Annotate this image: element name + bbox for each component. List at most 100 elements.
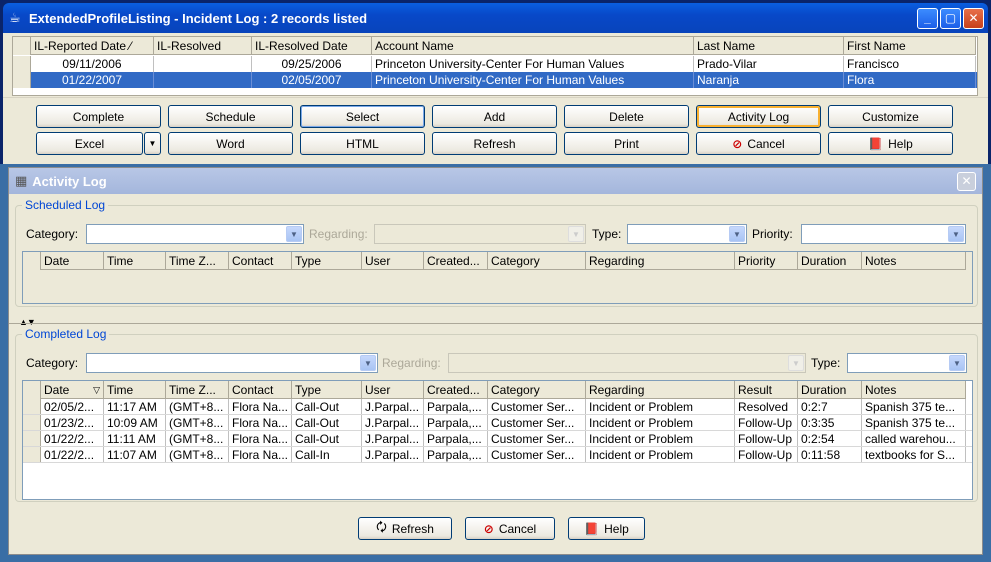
listing-titlebar[interactable]: ☕ ExtendedProfileListing - Incident Log … — [3, 3, 988, 33]
scheduled-category-label: Category: — [26, 227, 79, 241]
schedule-button[interactable]: Schedule — [168, 105, 293, 128]
col-priority[interactable]: Priority — [735, 252, 798, 270]
col-first-name[interactable]: First Name — [844, 37, 976, 55]
activity-title: Activity Log — [32, 173, 107, 189]
scheduled-priority-label: Priority: — [752, 227, 793, 241]
table-cell: 11:17 AM — [104, 399, 166, 414]
html-button[interactable]: HTML — [300, 132, 425, 155]
scheduled-grid[interactable]: Date Time Time Z... Contact Type User Cr… — [22, 251, 973, 304]
table-cell: 0:2:7 — [798, 399, 862, 414]
java-cup-icon: ☕ — [9, 10, 21, 25]
print-button[interactable]: Print — [564, 132, 689, 155]
col-time-zone[interactable]: Time Z... — [166, 381, 229, 399]
activity-cancel-button[interactable]: ⊘ Cancel — [465, 517, 555, 540]
col-duration[interactable]: Duration — [798, 381, 862, 399]
chevron-down-icon: ▼ — [949, 355, 965, 371]
add-button[interactable]: Add — [432, 105, 557, 128]
completed-grid[interactable]: Date ▽ Time Time Z... Contact Type User … — [22, 380, 973, 500]
col-notes[interactable]: Notes — [862, 381, 966, 399]
col-resolved[interactable]: IL-Resolved — [154, 37, 252, 55]
table-row[interactable]: 09/11/2006 09/25/2006 Princeton Universi… — [13, 56, 977, 72]
table-cell: Flora Na... — [229, 415, 292, 430]
sort-ascending-icon: ⁄ — [129, 39, 132, 53]
select-button[interactable]: Select — [300, 105, 425, 128]
col-created[interactable]: Created... — [424, 381, 488, 399]
col-time-zone[interactable]: Time Z... — [166, 252, 229, 270]
activity-log-button[interactable]: Activity Log — [696, 105, 821, 128]
activity-help-button[interactable]: 📕 Help — [568, 517, 645, 540]
col-notes[interactable]: Notes — [862, 252, 966, 270]
table-cell: 01/23/2... — [41, 415, 104, 430]
scheduled-regarding-label: Regarding: — [309, 227, 368, 241]
table-cell: Incident or Problem — [586, 415, 735, 430]
no-entry-icon: ⊘ — [483, 521, 494, 536]
col-category[interactable]: Category — [488, 381, 586, 399]
table-cell: J.Parpal... — [362, 431, 424, 446]
col-type[interactable]: Type — [292, 252, 362, 270]
col-time[interactable]: Time — [104, 381, 166, 399]
col-last-name[interactable]: Last Name — [694, 37, 844, 55]
col-type[interactable]: Type — [292, 381, 362, 399]
activity-close-button[interactable]: ✕ — [957, 171, 976, 191]
table-cell: Follow-Up — [735, 431, 798, 446]
table-cell: J.Parpal... — [362, 399, 424, 414]
completed-category-select[interactable]: ▼ — [86, 353, 378, 373]
col-duration[interactable]: Duration — [798, 252, 862, 270]
table-cell: 0:2:54 — [798, 431, 862, 446]
table-cell: (GMT+8... — [166, 415, 229, 430]
scheduled-category-select[interactable]: ▼ — [86, 224, 304, 244]
col-user[interactable]: User — [362, 381, 424, 399]
scheduled-type-select[interactable]: ▼ — [627, 224, 747, 244]
col-account-name[interactable]: Account Name — [372, 37, 694, 55]
table-row[interactable]: 01/22/2... 11:11 AM (GMT+8... Flora Na... Ca… — [23, 431, 972, 447]
table-row[interactable]: 01/23/2... 10:09 AM (GMT+8... Flora Na... Ca… — [23, 415, 972, 431]
excel-button[interactable]: Excel — [36, 132, 143, 155]
col-regarding[interactable]: Regarding — [586, 252, 735, 270]
table-row-selected[interactable]: 01/22/2007 02/05/2007 Princeton Universi… — [13, 72, 977, 88]
col-reported-date[interactable]: IL-Reported Date ⁄ — [31, 37, 154, 55]
col-contact[interactable]: Contact — [229, 381, 292, 399]
col-date[interactable]: Date — [41, 252, 104, 270]
col-regarding[interactable]: Regarding — [586, 381, 735, 399]
activity-titlebar[interactable]: ▦ Activity Log ✕ — [9, 168, 982, 194]
splitter-arrows-icon[interactable]: ▲▼ — [19, 317, 36, 327]
col-time[interactable]: Time — [104, 252, 166, 270]
activity-refresh-button[interactable]: 🗘 Refresh — [358, 517, 452, 540]
col-result[interactable]: Result — [735, 381, 798, 399]
table-row[interactable]: 02/05/2... 11:17 AM (GMT+8... Flora Na... Ca… — [23, 399, 972, 415]
completed-grid-header: Date ▽ Time Time Z... Contact Type User … — [23, 381, 972, 399]
customize-button[interactable]: Customize — [828, 105, 953, 128]
table-cell: Customer Ser... — [488, 447, 586, 462]
scheduled-log-group: Scheduled Log Category: ▼ Regarding: ▼ T… — [15, 198, 978, 307]
table-cell: Call-Out — [292, 431, 362, 446]
completed-log-title: Completed Log — [22, 327, 110, 341]
delete-button[interactable]: Delete — [564, 105, 689, 128]
excel-dropdown-button[interactable]: ▼ — [144, 132, 161, 155]
table-cell: Flora Na... — [229, 447, 292, 462]
col-resolved-date[interactable]: IL-Resolved Date — [252, 37, 372, 55]
close-button[interactable]: ✕ — [963, 7, 984, 29]
table-cell: called warehou... — [862, 431, 966, 446]
completed-type-select[interactable]: ▼ — [847, 353, 967, 373]
word-button[interactable]: Word — [168, 132, 293, 155]
scheduled-priority-select[interactable]: ▼ — [801, 224, 966, 244]
table-cell: Incident or Problem — [586, 399, 735, 414]
minimize-button[interactable]: _ — [917, 7, 938, 29]
help-button[interactable]: 📕 Help — [828, 132, 953, 155]
checkered-flag-icon: ▦ — [15, 173, 28, 188]
col-contact[interactable]: Contact — [229, 252, 292, 270]
incident-grid[interactable]: IL-Reported Date ⁄ IL-Resolved IL-Resolv… — [12, 36, 978, 96]
col-created[interactable]: Created... — [424, 252, 488, 270]
cancel-button[interactable]: ⊘ Cancel — [696, 132, 821, 155]
col-category[interactable]: Category — [488, 252, 586, 270]
refresh-button[interactable]: Refresh — [432, 132, 557, 155]
completed-log-group: Completed Log Category: ▼ Regarding: ▼ T… — [15, 327, 978, 502]
complete-button[interactable]: Complete — [36, 105, 161, 128]
maximize-button[interactable]: ▢ — [940, 7, 961, 29]
book-icon: 📕 — [868, 136, 884, 151]
col-user[interactable]: User — [362, 252, 424, 270]
chevron-down-icon: ▼ — [948, 226, 964, 242]
table-row[interactable]: 01/22/2... 11:07 AM (GMT+8... Flora Na... Ca… — [23, 447, 972, 463]
completed-regarding-label: Regarding: — [382, 356, 441, 370]
col-date[interactable]: Date ▽ — [41, 381, 104, 399]
